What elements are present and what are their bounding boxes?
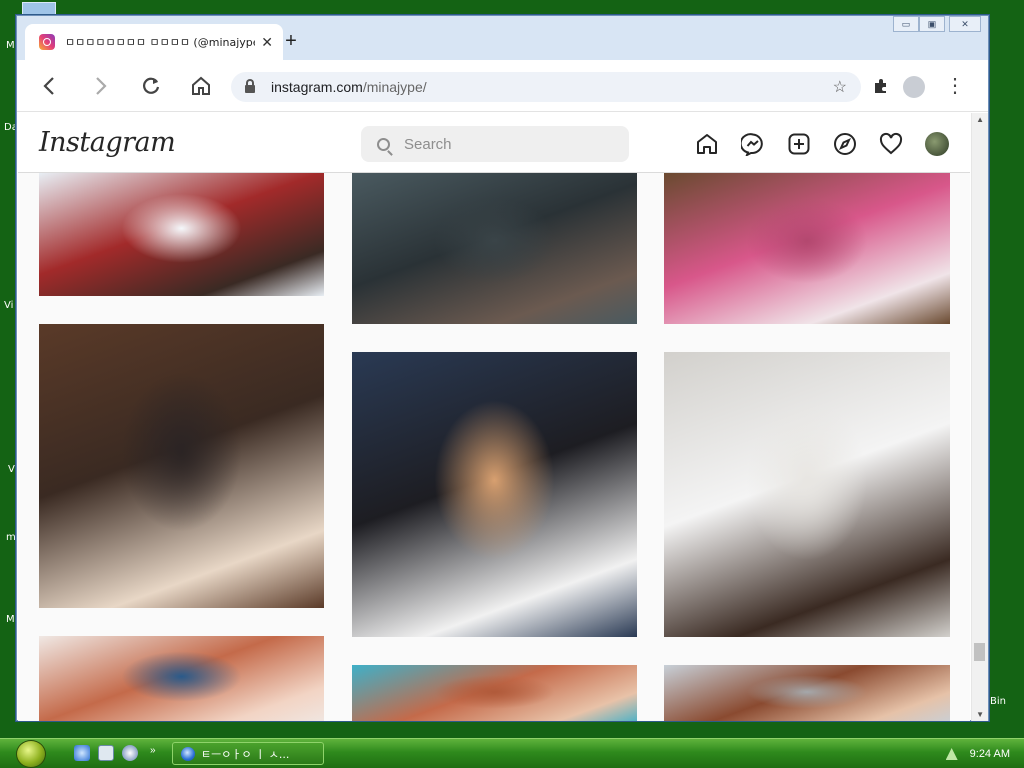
messenger-icon[interactable] bbox=[740, 131, 766, 157]
instagram-header: Instagram bbox=[18, 113, 970, 173]
home-icon[interactable] bbox=[694, 131, 720, 157]
desktop-label[interactable]: Vi bbox=[4, 300, 13, 311]
post-tile[interactable] bbox=[352, 665, 637, 721]
system-tray: 9:24 AM bbox=[934, 739, 1024, 768]
instagram-logo[interactable]: Instagram bbox=[39, 127, 176, 158]
search-input[interactable] bbox=[404, 135, 604, 153]
desktop-label[interactable]: Bin bbox=[990, 696, 1006, 707]
tab-title: ㅁㅁㅁㅁㅁㅁㅁㅁ ㅁㅁㅁㅁ (@minajype) • bbox=[65, 36, 255, 49]
browser-profile-icon[interactable] bbox=[903, 76, 925, 98]
post-tile[interactable] bbox=[39, 324, 324, 608]
activity-heart-icon[interactable] bbox=[878, 131, 904, 157]
back-icon[interactable] bbox=[35, 72, 63, 100]
new-post-icon[interactable] bbox=[786, 131, 812, 157]
post-tile[interactable] bbox=[352, 173, 637, 324]
explore-icon[interactable] bbox=[832, 131, 858, 157]
browser-window: ㅁㅁㅁㅁㅁㅁㅁㅁ ㅁㅁㅁㅁ (@minajype) • ✕ + ▭ ▣ ✕ in… bbox=[16, 15, 989, 721]
close-window-button[interactable]: ✕ bbox=[949, 16, 981, 32]
forward-icon[interactable] bbox=[87, 72, 115, 100]
home-button-icon[interactable] bbox=[187, 72, 215, 100]
desktop-label[interactable]: V bbox=[8, 464, 15, 475]
taskbar: » ㅌㅡㅇㅏㅇ ㅣ ㅅ... 9:24 AM bbox=[0, 738, 1024, 768]
browser-tab[interactable]: ㅁㅁㅁㅁㅁㅁㅁㅁ ㅁㅁㅁㅁ (@minajype) • ✕ bbox=[25, 24, 283, 60]
post-tile[interactable] bbox=[664, 665, 950, 721]
post-tile[interactable] bbox=[664, 173, 950, 324]
post-tile[interactable] bbox=[664, 352, 950, 637]
search-icon bbox=[377, 137, 390, 151]
instagram-favicon-icon bbox=[39, 34, 55, 50]
scroll-up-arrow-icon[interactable]: ▲ bbox=[976, 115, 984, 124]
scrollbar-track[interactable]: ▲ ▼ bbox=[971, 113, 988, 721]
scroll-down-arrow-icon[interactable]: ▼ bbox=[976, 710, 984, 719]
network-tray-icon[interactable] bbox=[945, 748, 958, 760]
lock-icon bbox=[245, 79, 255, 93]
url-path: /minajype/ bbox=[362, 79, 427, 95]
post-tile[interactable] bbox=[352, 352, 637, 637]
start-button[interactable] bbox=[16, 740, 46, 768]
desktop-label[interactable]: M bbox=[6, 614, 15, 625]
desktop-label[interactable]: m bbox=[6, 532, 16, 543]
quick-launch-overflow-icon[interactable]: » bbox=[150, 745, 156, 756]
browser-menu-icon[interactable]: ⋮ bbox=[945, 72, 965, 100]
clock[interactable]: 9:24 AM bbox=[970, 748, 1010, 760]
taskbar-browser-button[interactable]: ㅌㅡㅇㅏㅇ ㅣ ㅅ... bbox=[172, 742, 324, 765]
minimize-button[interactable]: ▭ bbox=[893, 16, 919, 32]
post-tile[interactable] bbox=[39, 636, 324, 721]
tab-close-icon[interactable]: ✕ bbox=[261, 34, 273, 51]
explorer-quick-launch-icon[interactable] bbox=[98, 745, 114, 761]
ie-quick-launch-icon[interactable] bbox=[74, 745, 90, 761]
reload-icon[interactable] bbox=[137, 72, 165, 100]
bookmark-star-icon[interactable]: ☆ bbox=[833, 77, 847, 97]
search-box[interactable] bbox=[361, 126, 629, 162]
media-player-quick-launch-icon[interactable] bbox=[122, 745, 138, 761]
extensions-puzzle-icon[interactable] bbox=[873, 78, 889, 99]
page-viewport: Instagram bbox=[18, 113, 970, 721]
profile-avatar[interactable] bbox=[925, 132, 949, 156]
new-tab-button[interactable]: + bbox=[279, 30, 303, 53]
url-host: instagram.com bbox=[271, 79, 363, 95]
url-text[interactable]: instagram.com/minajype/ bbox=[271, 79, 427, 95]
browser-task-icon bbox=[181, 746, 195, 761]
desktop-label[interactable]: M bbox=[6, 40, 15, 51]
post-tile[interactable] bbox=[39, 173, 324, 296]
address-bar[interactable]: instagram.com/minajype/ ☆ bbox=[231, 72, 861, 102]
scrollbar-thumb[interactable] bbox=[974, 643, 985, 661]
title-bar: ㅁㅁㅁㅁㅁㅁㅁㅁ ㅁㅁㅁㅁ (@minajype) • ✕ + ▭ ▣ ✕ bbox=[17, 16, 988, 60]
maximize-button[interactable]: ▣ bbox=[919, 16, 945, 32]
taskbar-button-label: ㅌㅡㅇㅏㅇ ㅣ ㅅ... bbox=[201, 747, 290, 761]
browser-toolbar: instagram.com/minajype/ ☆ ⋮ bbox=[17, 60, 988, 112]
